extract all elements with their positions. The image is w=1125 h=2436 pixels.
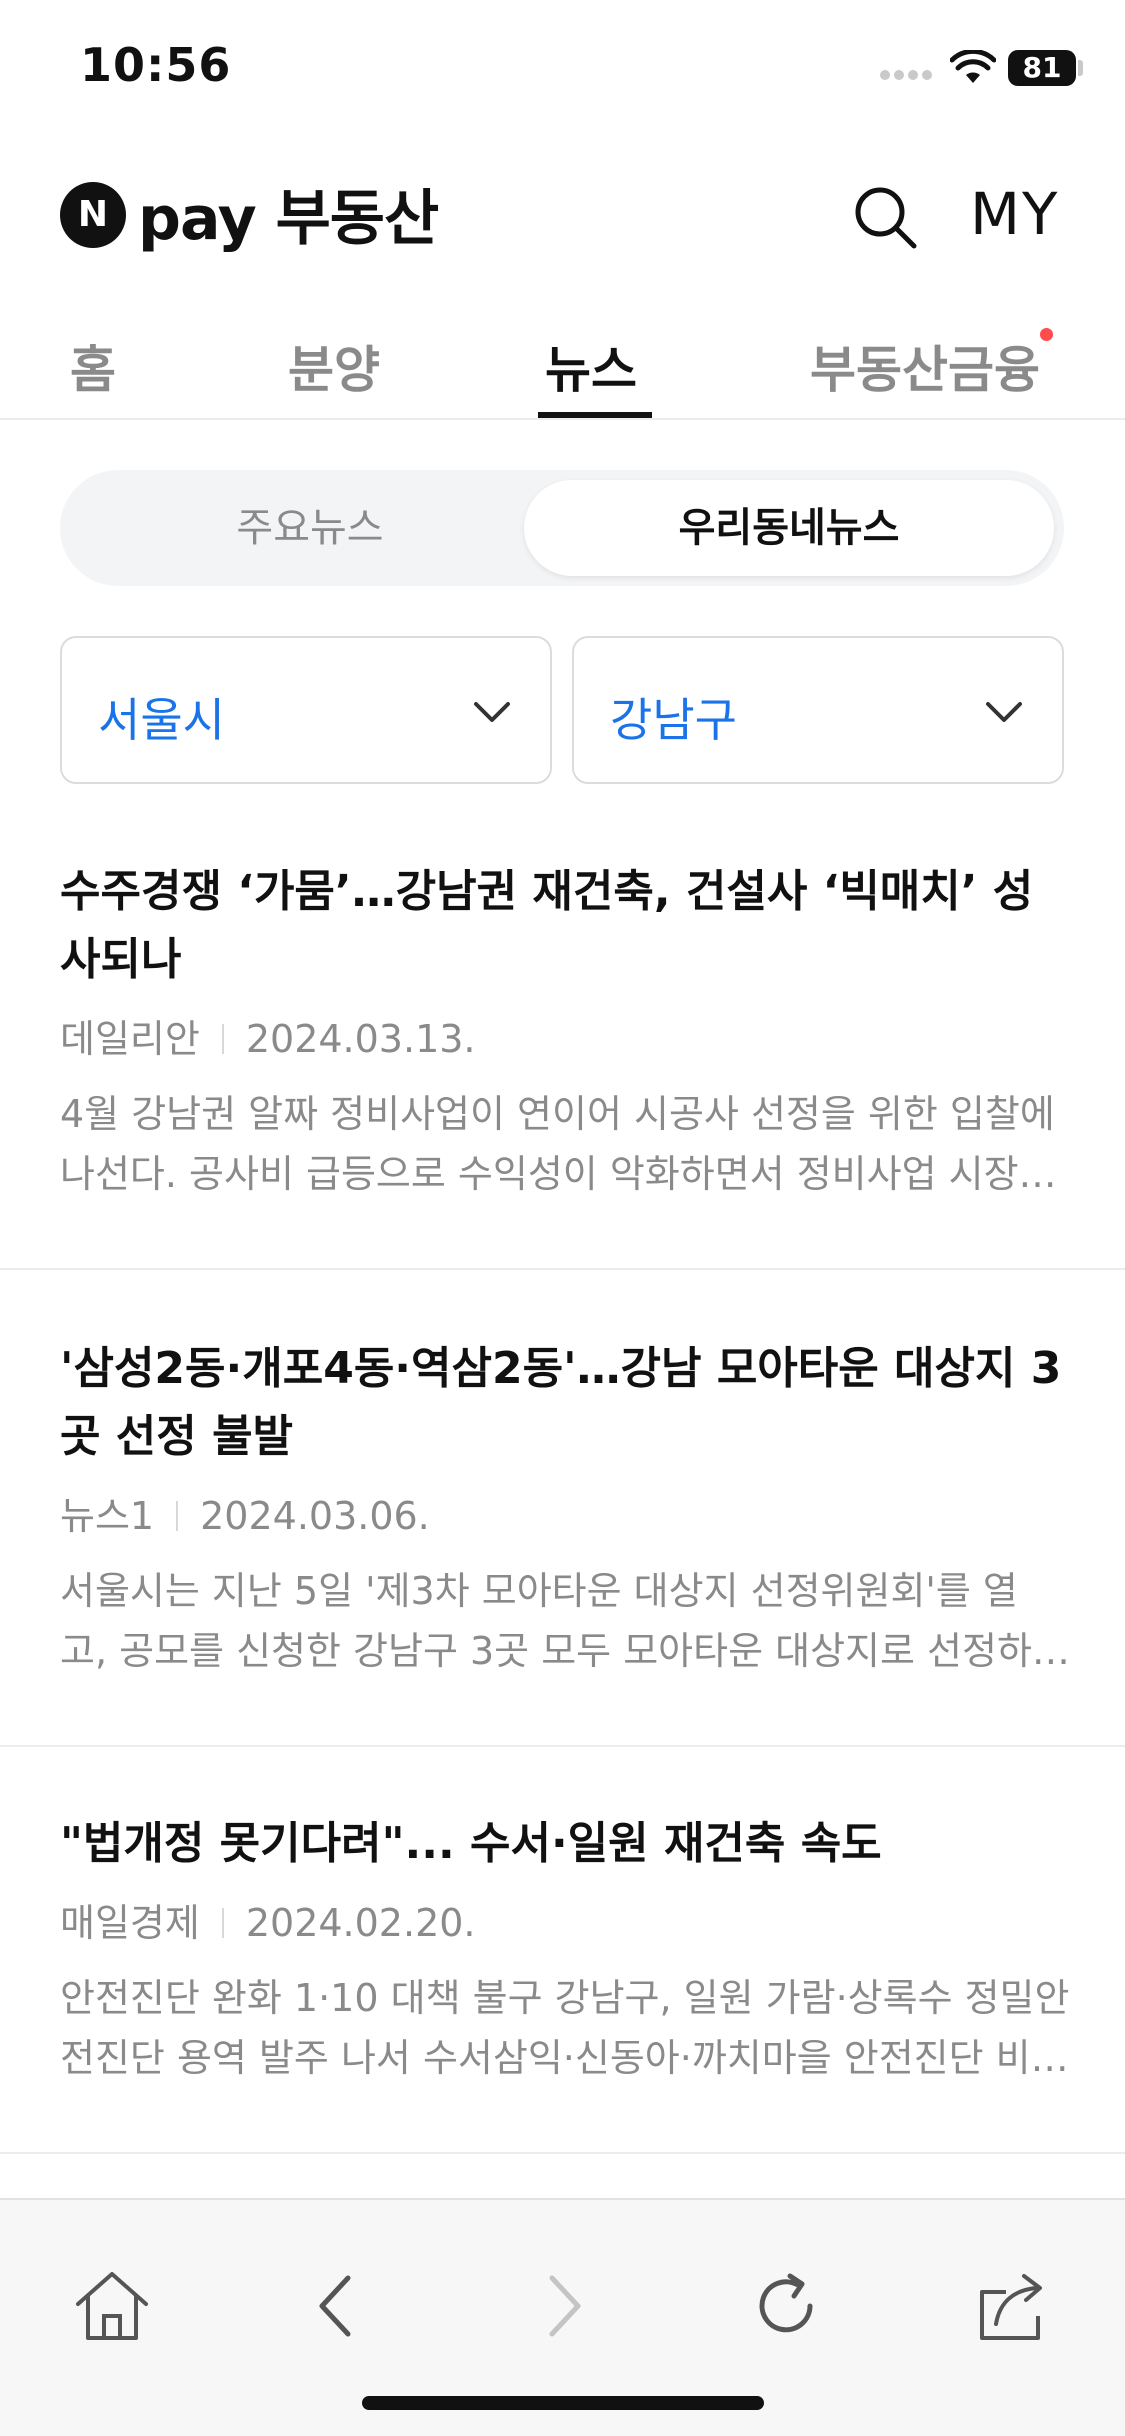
segment-main-news[interactable]: 주요뉴스	[70, 480, 550, 576]
refresh-icon[interactable]	[746, 2266, 826, 2346]
forward-icon[interactable]	[522, 2266, 602, 2346]
news-summary-line: 4월 강남권 알짜 정비사업이 연이어 시공사 선정을 위한 입찰에	[60, 1092, 1055, 1136]
news-title[interactable]: 수주경쟁 ‘가뭄’…강남권 재건축, 건설사 ‘빅매치’ 성사되나	[60, 858, 1070, 994]
status-time: 10:56	[80, 38, 232, 92]
district-select-value: 강남구	[610, 693, 737, 747]
meta-divider	[221, 1024, 224, 1054]
news-item[interactable]: "법개정 못기다려"... 수서·일원 재건축 속도 매일경제 2024.02.2…	[0, 1810, 1125, 2154]
news-meta: 뉴스1 2024.03.06.	[60, 1485, 430, 1540]
tab-home[interactable]: 홈	[70, 330, 116, 402]
news-date: 2024.02.20.	[245, 1901, 476, 1945]
news-item[interactable]: '삼성2동·개포4동·역삼2동'…강남 모아타운 대상지 3곳 선정 불발 뉴스…	[0, 1335, 1125, 1747]
home-indicator[interactable]	[362, 2396, 764, 2410]
news-summary-line: 고, 공모를 신청한 강남구 3곳 모두 모아타운 대상지로 선정하…	[60, 1629, 1070, 1673]
battery-tip	[1078, 60, 1083, 76]
back-icon[interactable]	[298, 2266, 378, 2346]
app-header: N pay 부동산 MY	[0, 160, 1125, 270]
meta-divider	[176, 1501, 179, 1531]
news-summary: 서울시는 지난 5일 '제3차 모아타운 대상지 선정위원회'를 열 고, 공모…	[60, 1561, 1070, 1681]
naver-logo-icon[interactable]: N	[60, 182, 126, 248]
status-bar: 10:56 81	[0, 0, 1125, 140]
home-icon[interactable]	[72, 2266, 152, 2346]
segment-local-news[interactable]: 우리동네뉴스	[524, 480, 1054, 576]
news-source: 매일경제	[60, 1901, 200, 1945]
share-icon[interactable]	[972, 2266, 1052, 2346]
news-source: 뉴스1	[60, 1494, 155, 1538]
news-summary-line: 서울시는 지난 5일 '제3차 모아타운 대상지 선정위원회'를 열	[60, 1569, 1018, 1613]
city-select-value: 서울시	[98, 693, 225, 747]
city-select[interactable]: 서울시	[60, 636, 552, 784]
search-icon[interactable]	[850, 182, 920, 252]
news-title[interactable]: "법개정 못기다려"... 수서·일원 재건축 속도	[60, 1810, 1070, 1878]
main-tabs: 홈 분양 뉴스 부동산금융	[0, 318, 1125, 420]
tab-news[interactable]: 뉴스	[545, 330, 637, 402]
chevron-down-icon	[474, 702, 510, 722]
meta-divider	[221, 1908, 224, 1938]
news-summary: 4월 강남권 알짜 정비사업이 연이어 시공사 선정을 위한 입찰에 나선다. …	[60, 1084, 1070, 1204]
news-title[interactable]: '삼성2동·개포4동·역삼2동'…강남 모아타운 대상지 3곳 선정 불발	[60, 1335, 1070, 1471]
news-meta: 매일경제 2024.02.20.	[60, 1892, 476, 1947]
active-tab-indicator	[538, 412, 652, 418]
tab-real-estate-finance[interactable]: 부동산금융	[810, 330, 1040, 402]
news-date: 2024.03.06.	[200, 1494, 430, 1538]
news-summary-line: 전진단 용역 발주 나서 수서삼익·신동아·까치마을 안전진단 비…	[60, 2036, 1069, 2080]
district-select[interactable]: 강남구	[572, 636, 1064, 784]
battery-level: 81	[1008, 50, 1076, 86]
news-date: 2024.03.13.	[245, 1017, 476, 1061]
news-meta: 데일리안 2024.03.13.	[60, 1008, 476, 1063]
news-item[interactable]: 수주경쟁 ‘가뭄’…강남권 재건축, 건설사 ‘빅매치’ 성사되나 데일리안 20…	[0, 858, 1125, 1270]
tab-presale[interactable]: 분양	[288, 330, 380, 402]
news-summary: 안전진단 완화 1·10 대책 불구 강남구, 일원 가람·상록수 정밀안 전진…	[60, 1968, 1070, 2088]
app-screen: 10:56 81 N pay 부동산 MY 홈 분양 뉴스 부동산금융 주요뉴스…	[0, 0, 1125, 2436]
new-badge-dot	[1040, 328, 1053, 341]
cellular-signal-icon	[880, 70, 934, 82]
chevron-down-icon	[986, 702, 1022, 722]
my-page-button[interactable]: MY	[970, 180, 1059, 248]
app-logo-text[interactable]: pay 부동산	[138, 170, 439, 257]
wifi-icon	[950, 50, 996, 83]
news-segmented-control: 주요뉴스 우리동네뉴스	[60, 470, 1064, 586]
news-summary-line: 나선다. 공사비 급등으로 수익성이 악화하면서 정비사업 시장…	[60, 1152, 1057, 1196]
news-summary-line: 안전진단 완화 1·10 대책 불구 강남구, 일원 가람·상록수 정밀안	[60, 1976, 1070, 2020]
news-source: 데일리안	[60, 1017, 200, 1061]
